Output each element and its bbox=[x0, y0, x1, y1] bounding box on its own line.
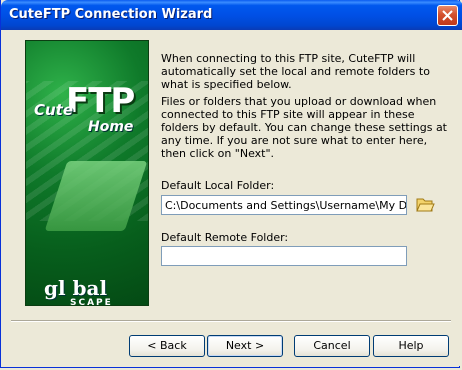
local-folder-input[interactable]: C:\Documents and Settings\Username\My Do… bbox=[161, 195, 407, 215]
folder-open-icon bbox=[416, 198, 435, 212]
close-icon bbox=[442, 10, 453, 21]
next-button[interactable]: Next > bbox=[207, 335, 283, 357]
globalscape-logo-subtext: SCAPE bbox=[70, 298, 113, 306]
local-folder-label: Default Local Folder: bbox=[161, 179, 275, 192]
logo-ftp-text: FTP bbox=[66, 81, 135, 121]
title-bar[interactable]: CuteFTP Connection Wizard bbox=[1, 0, 462, 30]
intro-paragraph-2: Files or folders that you upload or down… bbox=[161, 95, 447, 160]
back-button[interactable]: < Back bbox=[129, 335, 205, 357]
globalscape-logo: gl bal bbox=[44, 276, 108, 300]
remote-folder-label: Default Remote Folder: bbox=[161, 231, 289, 244]
logo-home-text: Home bbox=[88, 119, 134, 135]
browse-local-folder-button[interactable] bbox=[415, 194, 435, 214]
help-button[interactable]: Help bbox=[373, 335, 449, 357]
close-button[interactable] bbox=[437, 5, 458, 26]
button-separator bbox=[11, 320, 451, 322]
cancel-button[interactable]: Cancel bbox=[294, 335, 370, 357]
window-title: CuteFTP Connection Wizard bbox=[9, 7, 213, 22]
logo-cute-text: Cute bbox=[34, 101, 74, 119]
remote-folder-input[interactable] bbox=[161, 246, 407, 266]
cuteftp-home-banner: FTP Cute Home gl bal SCAPE bbox=[25, 40, 149, 306]
intro-text: When connecting to this FTP site, CuteFT… bbox=[161, 52, 451, 164]
intro-paragraph-1: When connecting to this FTP site, CuteFT… bbox=[161, 52, 430, 91]
wizard-window: CuteFTP Connection Wizard FTP Cute Home … bbox=[0, 0, 462, 368]
